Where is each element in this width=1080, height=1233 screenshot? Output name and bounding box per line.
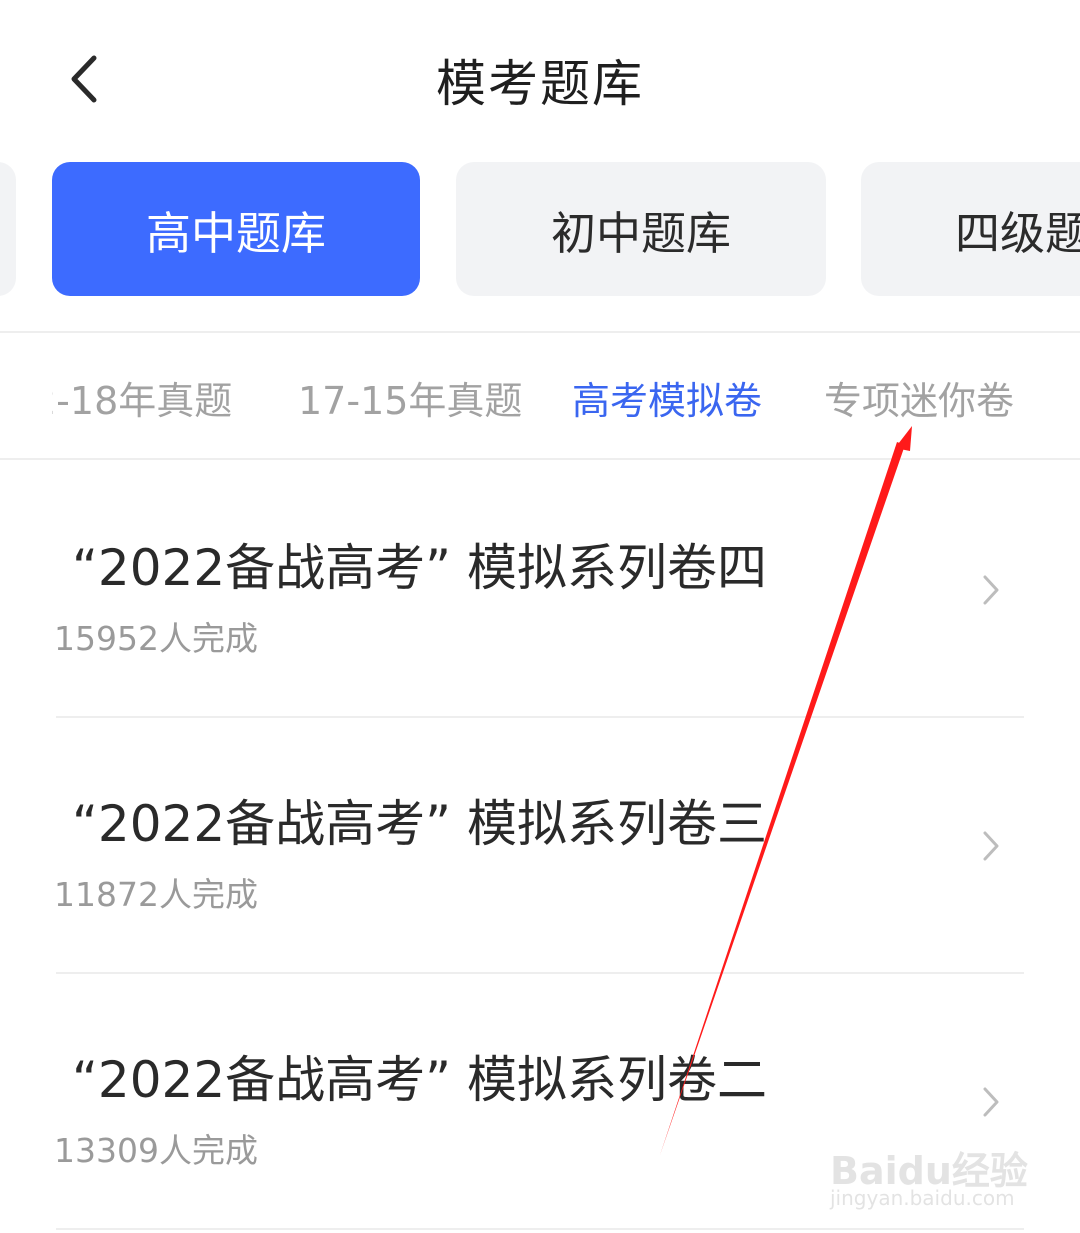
header: 模考题库: [0, 0, 1080, 160]
subtab-mock-exam[interactable]: 高考模拟卷: [572, 370, 762, 425]
tab-label: 四级题: [955, 206, 1080, 260]
subtab-17-15[interactable]: 17-15年真题: [298, 370, 522, 425]
list-item[interactable]: “2022备战高考” 模拟系列卷四 15952人完成: [0, 462, 1080, 718]
list-item[interactable]: “2022备战高考” 模拟系列卷三 11872人完成: [0, 718, 1080, 974]
chevron-right-icon: [983, 831, 999, 861]
tab-label: 初中题库: [550, 206, 731, 260]
completion-count: 13309人完成: [54, 1131, 258, 1170]
tab-hidden-left[interactable]: [0, 162, 16, 296]
baidu-watermark: Baidu经验 jingyan.baidu.com: [830, 1140, 1030, 1220]
subtab-2-18[interactable]: 2-18年真题: [52, 370, 232, 425]
divider: [0, 331, 1080, 333]
paper-title: “2022备战高考” 模拟系列卷三: [72, 795, 767, 853]
completion-count: 11872人完成: [54, 875, 258, 914]
sub-tabs: 2-18年真题 17-15年真题 高考模拟卷 专项迷你卷: [0, 334, 1080, 458]
tab-label: 高中题库: [145, 206, 326, 260]
paper-title: “2022备战高考” 模拟系列卷四: [72, 539, 767, 597]
tab-high-school[interactable]: 高中题库: [52, 162, 420, 296]
row-divider: [56, 1228, 1024, 1230]
chevron-right-icon: [983, 1087, 999, 1117]
watermark-url: jingyan.baidu.com: [830, 1186, 1015, 1210]
page-title: 模考题库: [436, 55, 644, 113]
divider: [0, 458, 1080, 460]
chevron-right-icon: [983, 575, 999, 605]
paper-title: “2022备战高考” 模拟系列卷二: [72, 1051, 767, 1109]
tab-cet4[interactable]: 四级题: [861, 162, 1080, 296]
completion-count: 15952人完成: [54, 619, 258, 658]
subtab-mini-paper[interactable]: 专项迷你卷: [824, 370, 1014, 425]
tab-middle-school[interactable]: 初中题库: [456, 162, 826, 296]
category-tabs: 高中题库 初中题库 四级题: [0, 160, 1080, 300]
